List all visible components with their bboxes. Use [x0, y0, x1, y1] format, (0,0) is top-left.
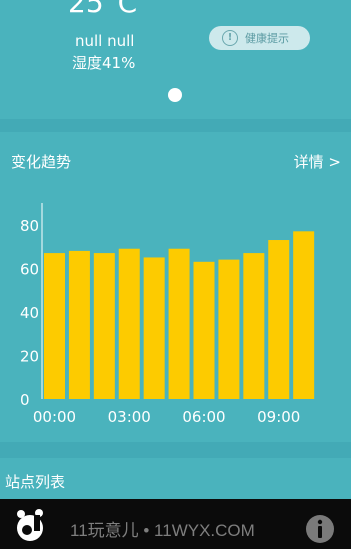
y-tick-label: 60	[20, 260, 39, 278]
info-icon[interactable]	[305, 514, 335, 544]
trend-bar-chart: 0 20 40 60 80 00:00 03:00 06:00 09:00	[20, 203, 315, 426]
chart-bar	[218, 259, 240, 399]
y-tick-label: 40	[20, 304, 39, 322]
chart-bar	[293, 231, 315, 399]
x-tick-label: 00:00	[33, 408, 76, 426]
section-divider	[0, 119, 351, 132]
info-icon: !	[222, 30, 238, 46]
chart-bar	[143, 257, 165, 399]
chart-bar	[193, 261, 215, 399]
health-tip-button[interactable]: ! 健康提示	[209, 26, 310, 50]
chart-bar	[44, 253, 65, 399]
health-tip-label: 健康提示	[245, 32, 289, 45]
y-tick-label: 20	[20, 347, 39, 365]
trend-title: 变化趋势	[11, 153, 72, 171]
chart-bar	[93, 253, 115, 399]
trend-detail-link[interactable]: 详情 >	[294, 151, 341, 172]
location-name: null null	[75, 32, 135, 50]
temperature-value: 25°C	[68, 0, 138, 19]
chart-bar	[68, 250, 90, 399]
watermark-text: 11玩意儿 • 11WYX.COM	[70, 521, 255, 540]
y-tick-label: 80	[20, 217, 39, 235]
x-tick-label: 03:00	[108, 408, 151, 426]
humidity-value: 湿度41%	[72, 54, 136, 72]
chart-bar	[168, 248, 190, 399]
y-tick-label: 0	[20, 391, 30, 409]
page-indicator-dot[interactable]	[168, 88, 182, 102]
x-tick-label: 09:00	[257, 408, 300, 426]
chart-bar	[243, 253, 265, 399]
x-tick-label: 06:00	[182, 408, 225, 426]
app-logo-icon[interactable]	[12, 508, 50, 544]
chart-bar	[268, 240, 290, 399]
station-list-title: 站点列表	[5, 473, 66, 491]
chart-bar	[118, 248, 140, 399]
